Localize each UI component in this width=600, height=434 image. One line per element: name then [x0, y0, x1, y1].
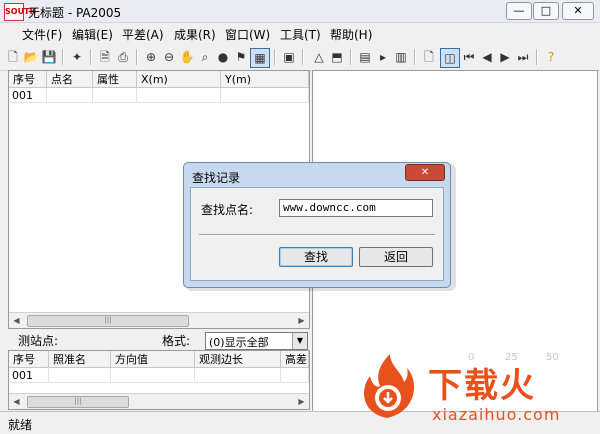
page-icon[interactable]: 🗋: [420, 48, 438, 66]
menu-help[interactable]: 帮助(H): [330, 26, 372, 43]
menu-edit[interactable]: 编辑(E): [72, 26, 113, 43]
scroll-right-icon[interactable]: ▶: [294, 394, 309, 409]
table-cell[interactable]: [111, 368, 195, 383]
find-button[interactable]: 查找: [279, 247, 353, 267]
col-header[interactable]: Y(m): [221, 71, 309, 88]
table-cell[interactable]: [281, 368, 309, 383]
app-logo: SOUTH: [4, 3, 36, 21]
scale-label: 50: [546, 352, 559, 363]
observations-table-pane: 序号 照准名 方向值 观测边长 高差 001 ◀ ||| ▶: [8, 350, 310, 410]
watermark-site: xiazaihuo.com: [432, 405, 561, 424]
flame-logo-icon: [363, 354, 415, 418]
scroll-thumb[interactable]: |||: [27, 396, 129, 408]
horizontal-scrollbar[interactable]: ◀ ||| ▶: [9, 312, 309, 328]
report-icon[interactable]: ▤: [356, 48, 374, 66]
station-label: 测站点:: [18, 334, 59, 348]
col-header[interactable]: 观测边长: [195, 351, 281, 368]
chart-icon[interactable]: ▥: [392, 48, 410, 66]
warning-icon[interactable]: △: [310, 48, 328, 66]
table-cell[interactable]: 001: [9, 88, 47, 103]
col-header[interactable]: 点名: [47, 71, 93, 88]
dialog-close-button[interactable]: ✕: [405, 164, 445, 181]
table-cell[interactable]: [195, 368, 281, 383]
window-title: 无标题 - PA2005: [28, 6, 122, 20]
open-folder-icon[interactable]: 📂: [22, 48, 40, 66]
pan-hand-icon[interactable]: ✋: [178, 48, 196, 66]
toolbar: 🗋 📂 💾 ✦ 🗎 ⎙ ⊕ ⊖ ✋ ⌕ ● ⚑ ▦ ▣ △ ⬒ ▤ ▸ ▥ 🗋 …: [0, 44, 600, 71]
format-label: 格式:: [162, 334, 191, 348]
status-text: 就绪: [8, 418, 33, 432]
title-bar: SOUTH 无标题 - PA2005 — □ ✕: [0, 0, 600, 23]
print-icon[interactable]: ⎙: [114, 48, 132, 66]
table-cell[interactable]: [49, 368, 111, 383]
prev-record-icon[interactable]: ◀: [478, 48, 496, 66]
grid-view-icon[interactable]: ▦: [250, 48, 270, 68]
help-icon[interactable]: ?: [542, 48, 560, 66]
table-cell[interactable]: [47, 88, 93, 103]
globe-icon[interactable]: ●: [214, 48, 232, 66]
format-select-value: (0)显示全部: [209, 336, 269, 349]
menu-result[interactable]: 成果(R): [174, 26, 216, 43]
table-cell[interactable]: [93, 88, 137, 103]
scroll-left-icon[interactable]: ◀: [9, 313, 24, 328]
last-record-icon[interactable]: ⏭: [514, 48, 532, 66]
col-header[interactable]: 属性: [93, 71, 137, 88]
dialog-divider: [199, 234, 435, 236]
dialog-body: 查找点名: www.downcc.com 查找 返回: [190, 187, 444, 281]
menu-tools[interactable]: 工具(T): [280, 26, 321, 43]
new-file-icon[interactable]: 🗋: [4, 48, 22, 66]
scroll-thumb[interactable]: |||: [27, 315, 189, 327]
save-icon[interactable]: 💾: [40, 48, 58, 66]
col-header[interactable]: 方向值: [111, 351, 195, 368]
station-row: 测站点: 格式: (0)显示全部 ▼: [8, 330, 308, 350]
table-cell[interactable]: 001: [9, 368, 49, 383]
compute-icon[interactable]: ✦: [68, 48, 86, 66]
find-point-label: 查找点名:: [201, 203, 254, 217]
export-icon[interactable]: ⬒: [328, 48, 346, 66]
menu-window[interactable]: 窗口(W): [225, 26, 270, 43]
find-record-dialog: 查找记录 ✕ 查找点名: www.downcc.com 查找 返回: [183, 162, 451, 288]
dialog-title: 查找记录: [192, 171, 241, 185]
maximize-button[interactable]: □: [533, 2, 559, 20]
return-button[interactable]: 返回: [359, 247, 433, 267]
zoom-window-icon[interactable]: ⌕: [196, 48, 214, 66]
menu-bar: 文件(F) 编辑(E) 平差(A) 成果(R) 窗口(W) 工具(T) 帮助(H…: [0, 23, 600, 43]
col-header[interactable]: 序号: [9, 351, 49, 368]
find-point-input[interactable]: www.downcc.com: [279, 199, 433, 217]
print-preview-icon[interactable]: 🗎: [96, 48, 114, 66]
menu-file[interactable]: 文件(F): [22, 26, 62, 43]
first-record-icon[interactable]: ⏮: [460, 48, 478, 66]
flag-icon[interactable]: ⚑: [232, 48, 250, 66]
col-header[interactable]: 照准名: [49, 351, 111, 368]
scroll-right-icon[interactable]: ▶: [294, 313, 309, 328]
menu-adjust[interactable]: 平差(A): [122, 26, 164, 43]
layer-icon[interactable]: ◫: [440, 48, 460, 68]
scroll-left-icon[interactable]: ◀: [9, 394, 24, 409]
next-record-icon[interactable]: ▶: [496, 48, 514, 66]
zoom-in-icon[interactable]: ⊕: [142, 48, 160, 66]
play-icon[interactable]: ▸: [374, 48, 392, 66]
chevron-down-icon[interactable]: ▼: [292, 333, 307, 349]
col-header[interactable]: 高差: [281, 351, 309, 368]
close-button[interactable]: ✕: [562, 2, 594, 20]
zoom-out-icon[interactable]: ⊖: [160, 48, 178, 66]
col-header[interactable]: 序号: [9, 71, 47, 88]
watermark-title: 下载火: [428, 366, 536, 406]
horizontal-scrollbar[interactable]: ◀ ||| ▶: [9, 393, 309, 409]
image-icon[interactable]: ▣: [280, 48, 298, 66]
table-cell[interactable]: [221, 88, 309, 103]
format-select[interactable]: (0)显示全部 ▼: [205, 332, 308, 350]
col-header[interactable]: X(m): [137, 71, 221, 88]
minimize-button[interactable]: —: [506, 2, 532, 20]
table-cell[interactable]: [137, 88, 221, 103]
